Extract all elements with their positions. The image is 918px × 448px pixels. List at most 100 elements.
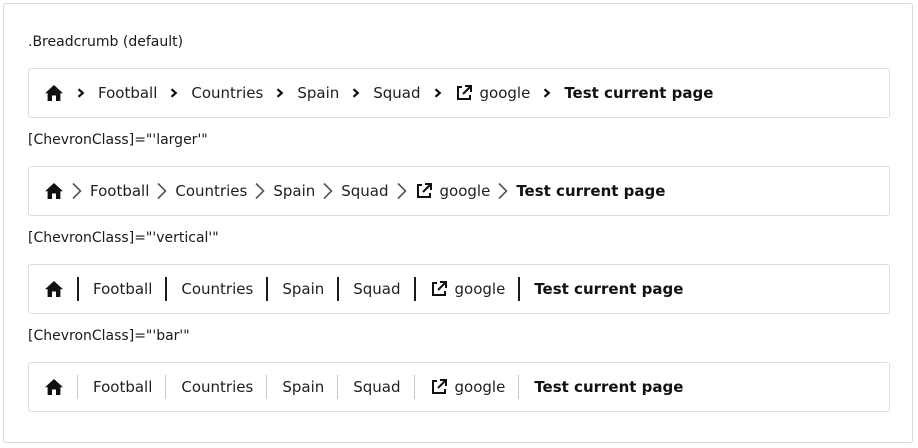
chevron-right-large-icon bbox=[396, 182, 408, 200]
breadcrumb-vertical: Football Countries Spain Squad google Te… bbox=[28, 264, 890, 314]
breadcrumb-separator bbox=[530, 88, 564, 98]
breadcrumb-link[interactable]: Countries bbox=[191, 83, 263, 103]
breadcrumb-item-football[interactable]: Football bbox=[98, 83, 157, 103]
external-link-icon[interactable] bbox=[430, 378, 448, 396]
breadcrumb-bar: Football Countries Spain Squad google Te… bbox=[28, 362, 890, 412]
home-icon[interactable] bbox=[44, 84, 64, 102]
breadcrumb-separator bbox=[152, 277, 181, 301]
chevron-right-large-icon bbox=[254, 182, 266, 200]
breadcrumb-link[interactable]: Football bbox=[98, 83, 157, 103]
section-label-default: .Breadcrumb (default) bbox=[28, 34, 184, 50]
breadcrumb-separator bbox=[505, 375, 534, 399]
breadcrumb-default: Football Countries Spain Squad google Te… bbox=[28, 68, 890, 118]
breadcrumb-link[interactable]: google bbox=[440, 181, 491, 201]
breadcrumb-separator bbox=[157, 88, 191, 98]
external-link-icon[interactable] bbox=[415, 182, 433, 200]
breadcrumb-separator bbox=[324, 375, 353, 399]
section-label-bar: [ChevronClass]="'bar'" bbox=[28, 328, 190, 344]
breadcrumb-item-football[interactable]: Football bbox=[90, 181, 149, 201]
breadcrumb-separator bbox=[253, 277, 282, 301]
breadcrumb-link[interactable]: Spain bbox=[282, 279, 324, 299]
vertical-bar-separator bbox=[77, 277, 79, 301]
breadcrumb-separator bbox=[490, 182, 516, 200]
section-label-vertical: [ChevronClass]="'vertical'" bbox=[28, 230, 219, 246]
breadcrumb-current-page: Test current page bbox=[564, 84, 714, 102]
breadcrumb-link[interactable]: Squad bbox=[353, 279, 400, 299]
breadcrumb-separator bbox=[401, 375, 430, 399]
section-label-larger: [ChevronClass]="'larger'" bbox=[28, 132, 208, 148]
chevron-right-icon bbox=[168, 88, 180, 98]
bar-separator bbox=[337, 375, 339, 399]
breadcrumb-item-google[interactable]: google bbox=[430, 377, 506, 397]
breadcrumb-item-spain[interactable]: Spain bbox=[297, 83, 339, 103]
breadcrumb-link[interactable]: Spain bbox=[297, 83, 339, 103]
bar-separator bbox=[518, 375, 520, 399]
breadcrumb-separator bbox=[64, 277, 93, 301]
breadcrumb-item-squad[interactable]: Squad bbox=[353, 279, 400, 299]
breadcrumb-home[interactable] bbox=[44, 280, 64, 298]
vertical-bar-separator bbox=[266, 277, 269, 301]
chevron-right-large-icon bbox=[71, 182, 83, 200]
breadcrumb-item-squad[interactable]: Squad bbox=[373, 83, 420, 103]
breadcrumb-link[interactable]: Squad bbox=[341, 181, 388, 201]
breadcrumb-link[interactable]: Countries bbox=[175, 181, 247, 201]
breadcrumb-link[interactable]: Spain bbox=[273, 181, 315, 201]
breadcrumb-separator bbox=[389, 182, 415, 200]
breadcrumb-item-google[interactable]: google bbox=[430, 279, 506, 299]
external-link-icon[interactable] bbox=[430, 280, 448, 298]
bar-separator bbox=[266, 375, 268, 399]
vertical-bar-separator bbox=[337, 277, 340, 301]
breadcrumb-list: Football Countries Spain Squad google Te… bbox=[29, 265, 889, 313]
breadcrumb-larger: Football Countries Spain Squad google Te… bbox=[28, 166, 890, 216]
breadcrumb-home[interactable] bbox=[44, 378, 64, 396]
breadcrumb-link[interactable]: google bbox=[480, 83, 531, 103]
home-icon[interactable] bbox=[44, 182, 64, 200]
breadcrumb-link[interactable]: Football bbox=[93, 377, 152, 397]
external-link-icon[interactable] bbox=[455, 84, 473, 102]
breadcrumb-home[interactable] bbox=[44, 84, 64, 102]
breadcrumb-item-spain[interactable]: Spain bbox=[282, 377, 324, 397]
breadcrumb-current-page: Test current page bbox=[534, 378, 684, 396]
chevron-right-icon bbox=[432, 88, 444, 98]
breadcrumb-list: Football Countries Spain Squad google Te… bbox=[29, 69, 889, 117]
home-icon[interactable] bbox=[44, 280, 64, 298]
breadcrumb-separator bbox=[263, 88, 297, 98]
breadcrumb-item-football[interactable]: Football bbox=[93, 377, 152, 397]
breadcrumb-link[interactable]: Spain bbox=[282, 377, 324, 397]
breadcrumb-item-countries[interactable]: Countries bbox=[175, 181, 247, 201]
home-icon[interactable] bbox=[44, 378, 64, 396]
breadcrumb-item-spain[interactable]: Spain bbox=[273, 181, 315, 201]
breadcrumb-item-google[interactable]: google bbox=[455, 83, 531, 103]
breadcrumb-item-squad[interactable]: Squad bbox=[341, 181, 388, 201]
vertical-bar-separator bbox=[518, 277, 521, 301]
bar-separator bbox=[77, 375, 78, 399]
breadcrumb-link[interactable]: Countries bbox=[181, 377, 253, 397]
breadcrumb-item-football[interactable]: Football bbox=[93, 279, 152, 299]
breadcrumb-current-page: Test current page bbox=[516, 182, 666, 200]
breadcrumb-separator bbox=[339, 88, 373, 98]
breadcrumb-separator bbox=[64, 375, 93, 399]
breadcrumb-item-countries[interactable]: Countries bbox=[181, 377, 253, 397]
breadcrumb-item-spain[interactable]: Spain bbox=[282, 279, 324, 299]
bar-separator bbox=[165, 375, 167, 399]
breadcrumb-link[interactable]: google bbox=[455, 377, 506, 397]
breadcrumb-home[interactable] bbox=[44, 182, 64, 200]
breadcrumb-link[interactable]: Squad bbox=[353, 377, 400, 397]
breadcrumb-demo-panel: .Breadcrumb (default) Football Countries… bbox=[3, 3, 913, 443]
chevron-right-icon bbox=[274, 88, 286, 98]
breadcrumb-item-squad[interactable]: Squad bbox=[353, 377, 400, 397]
breadcrumb-item-countries[interactable]: Countries bbox=[181, 279, 253, 299]
breadcrumb-link[interactable]: Football bbox=[93, 279, 152, 299]
breadcrumb-link[interactable]: google bbox=[455, 279, 506, 299]
breadcrumb-list: Football Countries Spain Squad google Te… bbox=[29, 167, 889, 215]
breadcrumb-separator bbox=[64, 88, 98, 98]
breadcrumb-separator bbox=[505, 277, 534, 301]
bar-separator bbox=[413, 375, 415, 399]
breadcrumb-link[interactable]: Squad bbox=[373, 83, 420, 103]
breadcrumb-list: Football Countries Spain Squad google Te… bbox=[29, 363, 889, 411]
breadcrumb-separator bbox=[324, 277, 353, 301]
breadcrumb-link[interactable]: Countries bbox=[181, 279, 253, 299]
breadcrumb-item-countries[interactable]: Countries bbox=[191, 83, 263, 103]
breadcrumb-item-google[interactable]: google bbox=[415, 181, 491, 201]
breadcrumb-link[interactable]: Football bbox=[90, 181, 149, 201]
